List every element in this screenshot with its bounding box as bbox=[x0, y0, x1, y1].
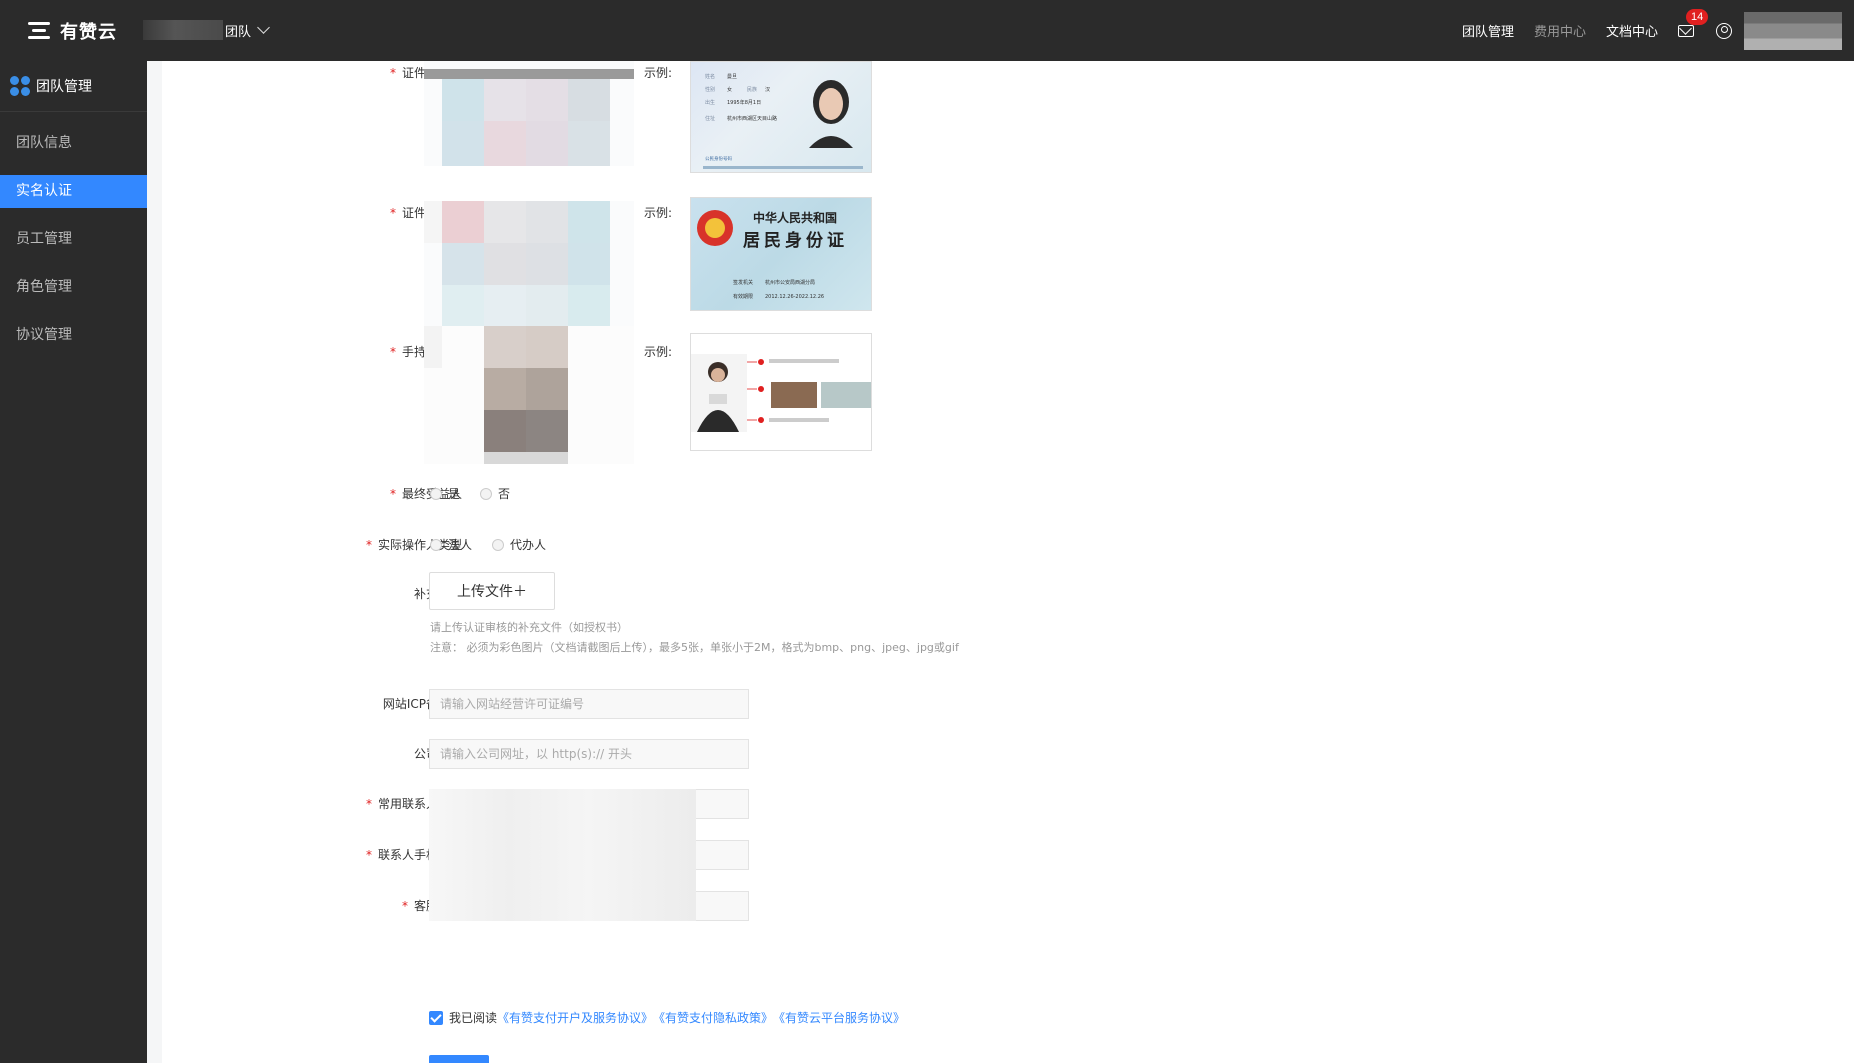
team-name-redacted bbox=[143, 20, 223, 40]
grid-icon bbox=[10, 76, 30, 96]
agreement-link-platform[interactable]: 《有赞云平台服务协议》 bbox=[773, 1009, 905, 1026]
id-front-upload-preview[interactable] bbox=[424, 61, 634, 166]
agreement-row: 我已阅读 《有赞支付开户及服务协议》 《有赞支付隐私政策》 《有赞云平台服务协议… bbox=[429, 1009, 905, 1026]
example-nation: 汉 bbox=[765, 86, 770, 93]
radio-yes[interactable] bbox=[430, 487, 442, 500]
sidebar-item-roles[interactable]: 角色管理 bbox=[0, 271, 147, 304]
team-switcher[interactable]: 团队 bbox=[143, 20, 270, 40]
user-name-redacted[interactable] bbox=[1744, 11, 1842, 50]
logo-icon bbox=[28, 20, 52, 42]
sidebar-title-text: 团队管理 bbox=[36, 79, 92, 95]
top-bar: 有赞云 团队 团队管理 费用中心 文档中心 14 bbox=[0, 0, 1854, 61]
upload-file-button[interactable]: 上传文件＋ bbox=[429, 572, 555, 610]
example-birth-label: 出生 bbox=[705, 99, 715, 106]
supplement-note: 注意： 必须为彩色图片（文档请截图后上传），最多5张，单张小于2M，格式为bmp… bbox=[430, 641, 959, 654]
contact-values-redacted bbox=[429, 789, 696, 921]
website-input[interactable]: 请输入公司网址，以 http(s):// 开头 bbox=[429, 739, 749, 769]
beneficiary-no[interactable]: 否 bbox=[480, 485, 510, 502]
id-back-example-image[interactable]: 中华人民共和国 居民身份证 签发机关 杭州市公安局西湖分局 有效期限 2012.… bbox=[690, 197, 872, 311]
example-name: 曼旦 bbox=[727, 73, 737, 80]
operator-legal[interactable]: 法人 bbox=[430, 536, 472, 553]
beneficiary-radio-group: 是 否 bbox=[430, 485, 530, 502]
example-birth: 1995年8月1日 bbox=[727, 99, 761, 106]
sidebar: 团队管理 团队信息 实名认证 员工管理 角色管理 协议管理 bbox=[0, 61, 147, 1063]
mail-icon[interactable]: 14 bbox=[1678, 8, 1709, 37]
agreement-prefix: 我已阅读 bbox=[449, 1011, 498, 1025]
sidebar-item-team-info[interactable]: 团队信息 bbox=[0, 127, 147, 160]
sidebar-item-agreements[interactable]: 协议管理 bbox=[0, 319, 147, 352]
id-hand-upload-preview[interactable] bbox=[424, 326, 634, 464]
chevron-down-icon bbox=[257, 21, 270, 34]
operator-type-radio-group: 法人 代办人 bbox=[430, 536, 566, 553]
example-address: 杭州市西湖区天目山路 bbox=[727, 115, 777, 122]
example-validity: 2012.12.26-2022.12.26 bbox=[765, 294, 824, 300]
radio-agent[interactable] bbox=[492, 538, 505, 551]
radio-no[interactable] bbox=[480, 487, 493, 500]
example-sex-label: 性别 bbox=[705, 86, 715, 93]
supplement-hint: 请上传认证审核的补充文件（如授权书） bbox=[430, 621, 628, 634]
example-name-label: 姓名 bbox=[705, 73, 715, 80]
radio-legal[interactable] bbox=[430, 538, 442, 551]
example-nation-label: 民族 bbox=[747, 86, 757, 93]
agreement-link-payment[interactable]: 《有赞支付开户及服务协议》 bbox=[497, 1009, 653, 1026]
example-address-label: 住址 bbox=[705, 115, 715, 122]
id-back-example-label: 示例: bbox=[644, 206, 673, 220]
top-nav: 团队管理 费用中心 文档中心 14 bbox=[1462, 0, 1842, 61]
nav-fee-center[interactable]: 费用中心 bbox=[1534, 21, 1586, 40]
example-back-line1: 中华人民共和国 bbox=[753, 210, 837, 225]
main-content: *证件照正面 示例: 姓名 曼旦 性别 女 民族 汉 出生 1995年8月1日 … bbox=[162, 61, 1854, 1063]
beneficiary-yes[interactable]: 是 bbox=[430, 485, 460, 502]
logo-text: 有赞云 bbox=[60, 22, 117, 43]
example-sex: 女 bbox=[727, 86, 732, 93]
id-hand-example-label: 示例: bbox=[644, 345, 673, 359]
sidebar-title: 团队管理 bbox=[0, 61, 147, 112]
sidebar-item-staff[interactable]: 员工管理 bbox=[0, 223, 147, 256]
nav-team-manage[interactable]: 团队管理 bbox=[1462, 21, 1514, 40]
agreement-link-privacy[interactable]: 《有赞支付隐私政策》 bbox=[653, 1009, 773, 1026]
example-back-line2: 居民身份证 bbox=[743, 230, 848, 250]
agreement-checkbox[interactable] bbox=[429, 1010, 443, 1025]
example-validity-label: 有效期限 bbox=[733, 293, 753, 300]
id-front-example-label: 示例: bbox=[644, 66, 673, 80]
nav-doc-center[interactable]: 文档中心 bbox=[1606, 21, 1658, 40]
submit-button[interactable]: 提交 bbox=[429, 1055, 489, 1063]
sidebar-item-real-name[interactable]: 实名认证 bbox=[0, 175, 147, 208]
id-front-example-image[interactable]: 姓名 曼旦 性别 女 民族 汉 出生 1995年8月1日 住址 杭州市西湖区天目… bbox=[690, 61, 872, 173]
example-id-label: 公民身份号码 bbox=[705, 155, 732, 162]
team-label: 团队 bbox=[225, 24, 252, 40]
logo[interactable]: 有赞云 bbox=[28, 18, 117, 44]
id-back-upload-preview[interactable] bbox=[424, 201, 634, 326]
id-hand-example-image[interactable] bbox=[690, 333, 872, 451]
user-icon[interactable] bbox=[1716, 22, 1732, 39]
icp-input[interactable]: 请输入网站经营许可证编号 bbox=[429, 689, 749, 719]
example-authority-label: 签发机关 bbox=[733, 279, 753, 286]
operator-agent[interactable]: 代办人 bbox=[492, 536, 546, 553]
mail-badge: 14 bbox=[1686, 8, 1709, 25]
example-authority: 杭州市公安局西湖分局 bbox=[765, 279, 815, 286]
